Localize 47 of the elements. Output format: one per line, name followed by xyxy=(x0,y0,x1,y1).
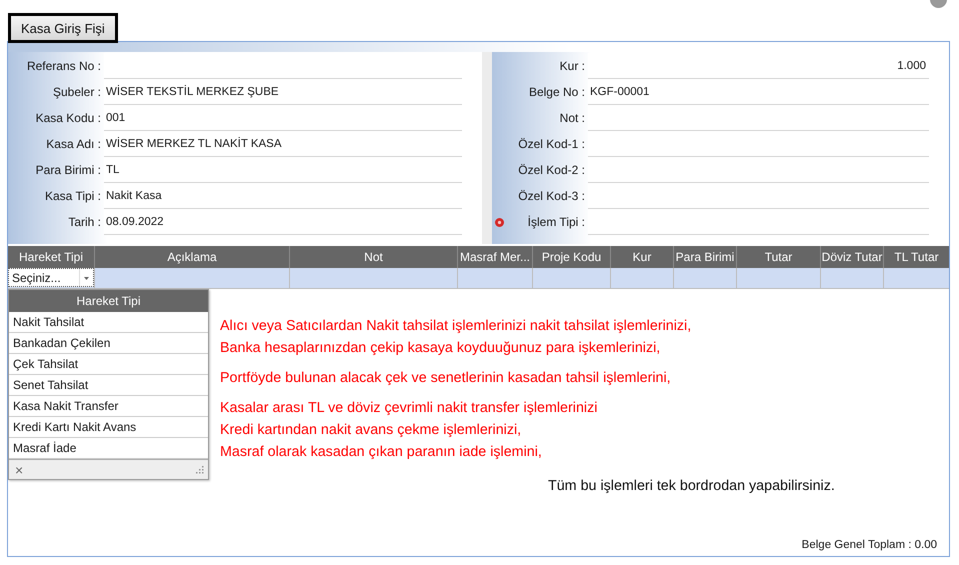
field-label: Kur : xyxy=(560,58,585,72)
summary-text: Tüm bu işlemleri tek bordrodan yapabilirsiniz. xyxy=(548,478,835,494)
field-label: Kasa Tipi : xyxy=(44,188,101,202)
field-label: Özel Kod-2 : xyxy=(518,162,585,176)
field-label: Not : xyxy=(560,110,585,124)
table-cell xyxy=(884,268,949,289)
info-text: Masraf olarak kasadan çıkan paranın iade işlemini, xyxy=(220,443,543,462)
column-header[interactable]: Açıklama xyxy=(95,246,290,268)
info-text: Kasalar arası TL ve döviz çevrimli nakit transfer işlemlerinizi xyxy=(220,399,598,418)
total-text: Belge Genel Toplam : 0.00 xyxy=(802,539,937,551)
column-header[interactable]: Not xyxy=(290,246,458,268)
table-cell xyxy=(821,268,884,289)
column-header[interactable]: Proje Kodu xyxy=(533,246,611,268)
list-item[interactable]: Kredi Kartı Nakit Avans xyxy=(9,417,208,438)
tab[interactable]: Kasa Giriş Fişi xyxy=(8,13,118,43)
field-label: Özel Kod-3 : xyxy=(518,188,585,202)
column-header[interactable]: Tutar xyxy=(737,246,821,268)
info-text: Portföyde bulunan alacak çek ve senetlerinin kasadan tahsil işlemlerini, xyxy=(220,369,672,388)
list-item[interactable]: Çek Tahsilat xyxy=(9,354,208,375)
column-header[interactable]: Döviz Tutar xyxy=(821,246,884,268)
close-button[interactable]: × xyxy=(15,462,24,476)
list-item[interactable]: Nakit Tahsilat xyxy=(9,312,208,333)
column-header[interactable]: Para Birimi xyxy=(674,246,737,268)
field-label: Kasa Kodu : xyxy=(36,110,101,124)
field-label: Referans No : xyxy=(26,58,101,72)
column-header[interactable]: TL Tutar xyxy=(884,246,949,268)
list-item[interactable]: Kasa Nakit Transfer xyxy=(9,396,208,417)
list-item[interactable]: Bankadan Çekilen xyxy=(9,333,208,354)
resize-grip-icon[interactable] xyxy=(195,465,204,474)
field-label: Şubeler : xyxy=(52,84,101,98)
field-label: Özel Kod-1 : xyxy=(518,136,585,150)
info-text: Banka hesaplarınızdan çekip kasaya koyduuğunuz para işkemlerinizi, xyxy=(220,339,662,358)
info-text: Kredi kartından nakit avans çekme işlemlerinizi, xyxy=(220,421,522,440)
table-cell xyxy=(674,268,737,289)
info-text: Alıcı veya Satıcılardan Nakit tahsilat işlemlerinizi nakit tahsilat işlemlerinizi, xyxy=(220,317,692,336)
column-header[interactable]: Hareket Tipi xyxy=(8,246,95,268)
table-cell xyxy=(611,268,674,289)
field-label: Belge No : xyxy=(528,84,585,98)
column-header[interactable]: Kur xyxy=(611,246,674,268)
list-item[interactable]: Senet Tahsilat xyxy=(9,375,208,396)
column-header[interactable]: Masraf Mer... xyxy=(458,246,533,268)
field-label: Kasa Adı : xyxy=(46,136,101,150)
list-header: Hareket Tipi xyxy=(9,290,208,312)
dropdown-field[interactable]: Seçiniz... xyxy=(8,268,94,287)
field-label: Para Birimi : xyxy=(36,162,101,176)
field-label: İşlem Tipi : xyxy=(528,214,585,228)
field-label: Tarih : xyxy=(68,214,101,228)
